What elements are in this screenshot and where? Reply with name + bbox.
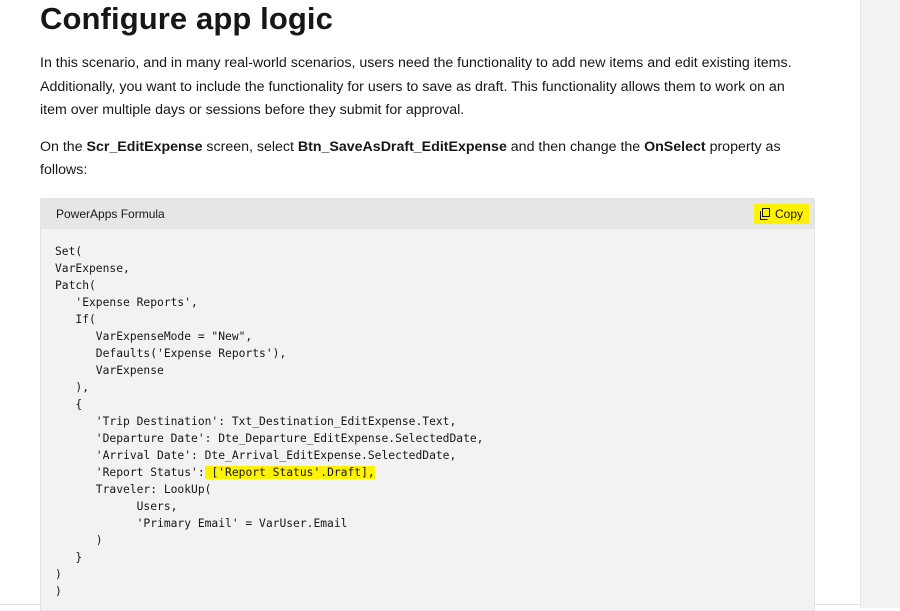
code-language-label: PowerApps Formula bbox=[56, 206, 165, 221]
highlighted-code: ['Report Status'.Draft], bbox=[204, 465, 375, 479]
control-name: Btn_SaveAsDraft_EditExpense bbox=[297, 138, 507, 155]
article-content: Configure app logic In this scenario, an… bbox=[40, 0, 815, 611]
instruction-text-1: On the bbox=[40, 138, 87, 155]
intro-paragraph: In this scenario, and in many real-world… bbox=[40, 55, 792, 118]
instruction-text-2: screen, select bbox=[202, 138, 298, 155]
code-text-before-highlight: Set( VarExpense, Patch( 'Expense Reports… bbox=[55, 244, 484, 479]
copy-icon bbox=[759, 207, 771, 220]
property-name: OnSelect bbox=[644, 138, 706, 155]
code-content: Set( VarExpense, Patch( 'Expense Reports… bbox=[41, 229, 814, 610]
code-block: PowerApps Formula Copy Set( VarExpense, … bbox=[40, 197, 815, 611]
page-title: Configure app logic bbox=[40, 1, 333, 36]
right-scroll-gutter bbox=[860, 0, 900, 608]
copy-label: Copy bbox=[774, 206, 803, 221]
screen-name: Scr_EditExpense bbox=[86, 138, 203, 155]
copy-button[interactable]: Copy bbox=[753, 203, 809, 224]
code-block-header: PowerApps Formula Copy bbox=[41, 198, 814, 229]
instruction-paragraph: On the Scr_EditExpense screen, select Bt… bbox=[40, 136, 815, 183]
code-text-after-highlight: Traveler: LookUp( Users, 'Primary Email'… bbox=[55, 482, 348, 598]
instruction-text-3: and then change the bbox=[506, 138, 645, 155]
